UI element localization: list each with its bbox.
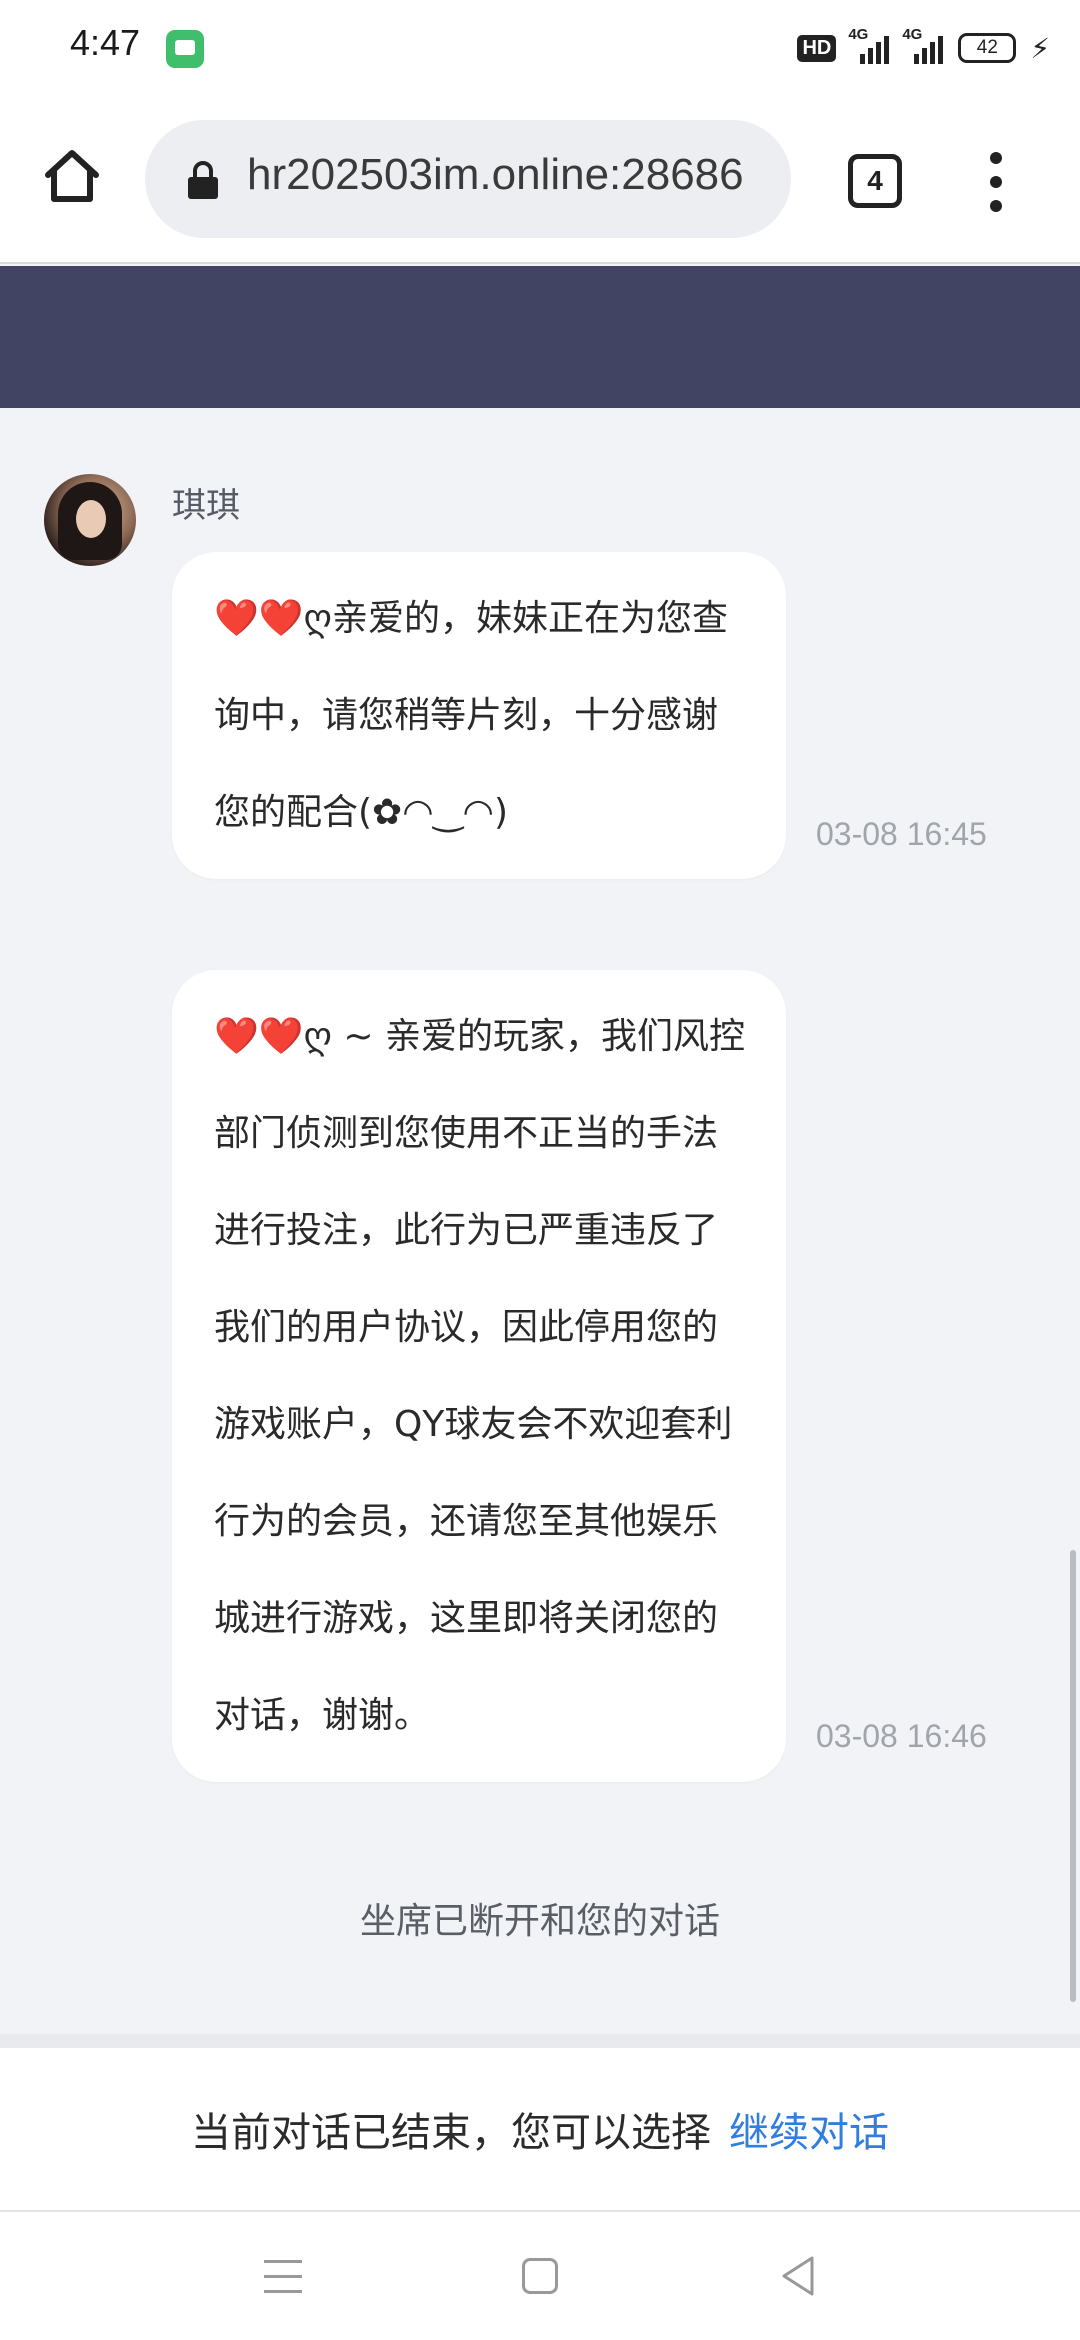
home-button[interactable] <box>36 140 108 212</box>
recents-button[interactable] <box>264 2260 302 2294</box>
messages-app-icon <box>166 30 204 68</box>
home-icon <box>45 150 99 202</box>
ended-text: 当前对话已结束，您可以选择 <box>191 2110 711 2156</box>
more-menu-button[interactable] <box>976 152 1016 212</box>
hd-voice-icon: HD <box>797 34 837 62</box>
message-bubble: ❤️❤️ღ亲爱的，妹妹正在为您查询中，请您稍等片刻，十分感谢您的配合(✿◠‿◠) <box>172 552 786 879</box>
message-bubble: ❤️❤️ღ ~ 亲爱的玩家，我们风控部门侦测到您使用不正当的手法进行投注，此行为… <box>172 970 786 1782</box>
conversation-ended-bar: 当前对话已结束，您可以选择 继续对话 <box>0 2034 1080 2210</box>
system-notice: 坐席已断开和您的对话 <box>359 1901 720 1942</box>
battery-level: 42 <box>976 37 998 58</box>
message-timestamp: 03-08 16:46 <box>816 1718 987 1754</box>
continue-chat-link[interactable]: 继续对话 <box>729 2100 889 2158</box>
agent-avatar <box>44 474 136 566</box>
url-text: hr202503im.online:28686 <box>247 150 744 199</box>
charging-icon: ⚡ <box>1030 31 1050 65</box>
chat-area[interactable]: 琪琪 ❤️❤️ღ亲爱的，妹妹正在为您查询中，请您稍等片刻，十分感谢您的配合(✿◠… <box>0 408 1080 2034</box>
address-bar[interactable]: hr202503im.online:28686 <box>145 120 791 238</box>
agent-name: 琪琪 <box>172 486 240 526</box>
battery-icon: 42 <box>958 33 1017 63</box>
status-bar: 4:47 HD 4G 4G 42 ⚡ <box>0 0 1080 96</box>
scrollbar[interactable] <box>1070 1550 1076 2002</box>
message-timestamp: 03-08 16:45 <box>816 816 987 852</box>
home-nav-button[interactable] <box>522 2258 558 2294</box>
signal-icon: 4G <box>902 26 944 64</box>
signal-type-label: 4G <box>902 26 923 43</box>
tab-count: 4 <box>867 165 883 196</box>
signal-type-label: 4G <box>848 26 869 43</box>
back-icon[interactable] <box>778 2254 818 2298</box>
system-nav-bar <box>0 2210 1080 2340</box>
status-time: 4:47 <box>70 22 141 63</box>
signal-icon: 4G <box>848 26 890 64</box>
lock-icon <box>188 161 218 199</box>
tab-switcher-button[interactable]: 4 <box>848 154 902 208</box>
browser-toolbar: hr202503im.online:28686 4 <box>0 96 1080 264</box>
status-indicators: HD 4G 4G 42 ⚡ <box>797 26 1050 68</box>
chat-header <box>0 266 1080 408</box>
